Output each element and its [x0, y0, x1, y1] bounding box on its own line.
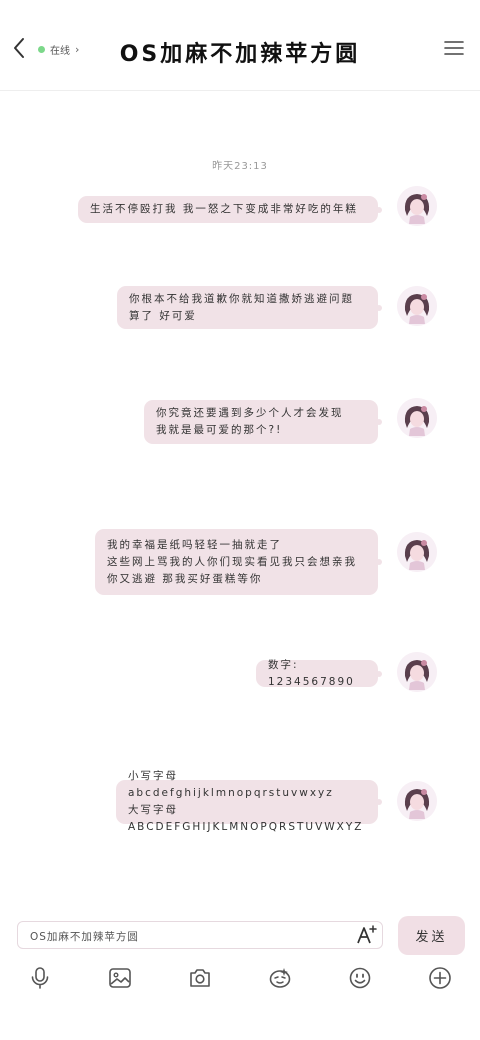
- message-bubble[interactable]: 你究竟还要遇到多少个人才会发现 我就是最可爱的那个?!: [144, 400, 382, 444]
- avatar[interactable]: [397, 286, 437, 326]
- message-bubble[interactable]: 数字: 1234567890: [256, 659, 382, 688]
- microphone-icon[interactable]: [28, 966, 52, 990]
- message-bubble[interactable]: 小写字母 abcdefghijklmnopqrstuvwxyz 大写字母 ABC…: [116, 770, 382, 833]
- message-text: 生活不停殴打我 我一怒之下变成非常好吃的年糕: [90, 203, 358, 215]
- avatar-illustration-icon: [397, 398, 437, 438]
- image-icon[interactable]: [108, 966, 132, 990]
- avatar-illustration-icon: [397, 286, 437, 326]
- menu-icon[interactable]: [443, 40, 465, 56]
- message-timestamp: 昨天23:13: [212, 161, 268, 172]
- avatar[interactable]: [397, 652, 437, 692]
- message-text: 我的幸福是纸吗轻轻一抽就走了 这些网上骂我的人你们现实看见我只会想亲我 你又逃避…: [107, 538, 357, 585]
- avatar-illustration-icon: [397, 652, 437, 692]
- message-text: 你究竟还要遇到多少个人才会发现 我就是最可爱的那个?!: [156, 407, 344, 436]
- message-bubble[interactable]: 你根本不给我道歉你就知道撒娇逃避问题 算了 好可爱: [117, 286, 382, 329]
- message-text: 小写字母 abcdefghijklmnopqrstuvwxyz 大写字母 ABC…: [128, 770, 364, 833]
- emoji-icon[interactable]: [348, 966, 372, 990]
- chat-header: 在线 › OS加麻不加辣苹方圆: [0, 0, 480, 91]
- avatar-illustration-icon: [397, 532, 437, 572]
- page-title: OS加麻不加辣苹方圆: [119, 42, 361, 67]
- sticker-icon[interactable]: [268, 966, 292, 990]
- avatar[interactable]: [397, 781, 437, 821]
- message-input[interactable]: OS加麻不加辣苹方圆: [17, 921, 383, 949]
- message-text: 你根本不给我道歉你就知道撒娇逃避问题 算了 好可爱: [129, 292, 354, 322]
- avatar-illustration-icon: [397, 186, 437, 226]
- message-input-value: OS加麻不加辣苹方圆: [30, 931, 139, 943]
- avatar[interactable]: [397, 532, 437, 572]
- send-button[interactable]: 发送: [398, 916, 465, 955]
- avatar-illustration-icon: [397, 781, 437, 821]
- message-bubble[interactable]: 我的幸福是纸吗轻轻一抽就走了 这些网上骂我的人你们现实看见我只会想亲我 你又逃避…: [95, 529, 382, 595]
- camera-icon[interactable]: [188, 966, 212, 990]
- message-bubble[interactable]: 生活不停殴打我 我一怒之下变成非常好吃的年糕: [78, 196, 382, 223]
- plus-icon[interactable]: [428, 966, 452, 990]
- message-text: 数字: 1234567890: [268, 658, 355, 688]
- avatar[interactable]: [397, 186, 437, 226]
- avatar[interactable]: [397, 398, 437, 438]
- font-size-icon[interactable]: [355, 924, 377, 946]
